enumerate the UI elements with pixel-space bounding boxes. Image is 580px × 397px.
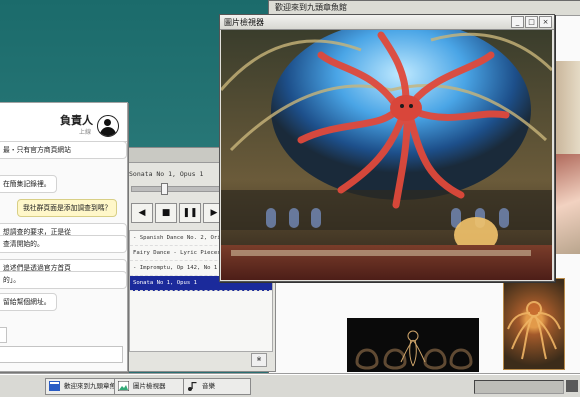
contact-name: 負責人 bbox=[60, 114, 93, 127]
player-controls: ◀ ■ ❚❚ ▶ bbox=[131, 203, 225, 223]
previous-button[interactable]: ◀ bbox=[131, 203, 153, 223]
avatar-icon[interactable] bbox=[97, 115, 119, 137]
minimize-button[interactable]: _ bbox=[511, 16, 524, 28]
taskbar-label: 歡迎來到九頭章魚 bbox=[64, 382, 116, 390]
taskbar-label: 圖片檢視器 bbox=[133, 382, 166, 390]
image-viewer-icon bbox=[118, 381, 129, 391]
maximize-button[interactable]: □ bbox=[525, 16, 538, 28]
octopus-hall-image[interactable] bbox=[221, 30, 552, 280]
chat-input[interactable] bbox=[0, 346, 123, 363]
pause-button[interactable]: ❚❚ bbox=[179, 203, 201, 223]
taskbar: 歡迎來到九頭章魚 圖片檢視器 音樂 bbox=[0, 374, 580, 397]
chat-message: 留給幫個網址。 bbox=[0, 293, 57, 311]
chat-header: 負責人 上線 bbox=[0, 103, 127, 142]
promo-image-octopus[interactable] bbox=[503, 278, 565, 370]
page-image-strip-top bbox=[555, 61, 580, 156]
chat-message: 在簡集記錄裡。 bbox=[0, 175, 57, 193]
player-extra-button[interactable]: ※ bbox=[251, 353, 267, 367]
taskbar-label: 音樂 bbox=[202, 382, 215, 390]
music-icon bbox=[188, 382, 197, 391]
show-desktop-button[interactable] bbox=[566, 380, 578, 392]
close-button[interactable]: × bbox=[539, 16, 552, 28]
chat-window[interactable]: 負責人 上線 最・只有官方商頁網站 在簡集記錄裡。 我社群頁面是添加調查到嗎？ … bbox=[0, 102, 128, 372]
chat-message-mine: 我社群頁面是添加調查到嗎？ bbox=[17, 199, 118, 217]
attachment-box[interactable] bbox=[0, 327, 7, 343]
chat-message: 查清開始的。 bbox=[0, 235, 127, 253]
contact-status: 上線 bbox=[78, 129, 91, 136]
viewer-title: 圖片檢視器 bbox=[224, 18, 264, 27]
chat-message: 最・只有官方商頁網站 bbox=[0, 141, 127, 159]
viewer-titlebar: 圖片檢視器 _ □ × bbox=[220, 15, 554, 30]
promo-image-dark[interactable] bbox=[347, 318, 479, 372]
seek-knob[interactable] bbox=[161, 183, 168, 195]
browser-icon bbox=[49, 381, 60, 391]
page-image-strip-mid bbox=[555, 154, 580, 254]
chat-message: 的」。 bbox=[0, 271, 127, 289]
stop-button[interactable]: ■ bbox=[155, 203, 177, 223]
image-viewer-window[interactable]: 圖片檢視器 _ □ × bbox=[219, 14, 555, 282]
taskbar-item-music[interactable]: 音樂 bbox=[183, 378, 251, 395]
tray-area[interactable] bbox=[474, 380, 564, 394]
